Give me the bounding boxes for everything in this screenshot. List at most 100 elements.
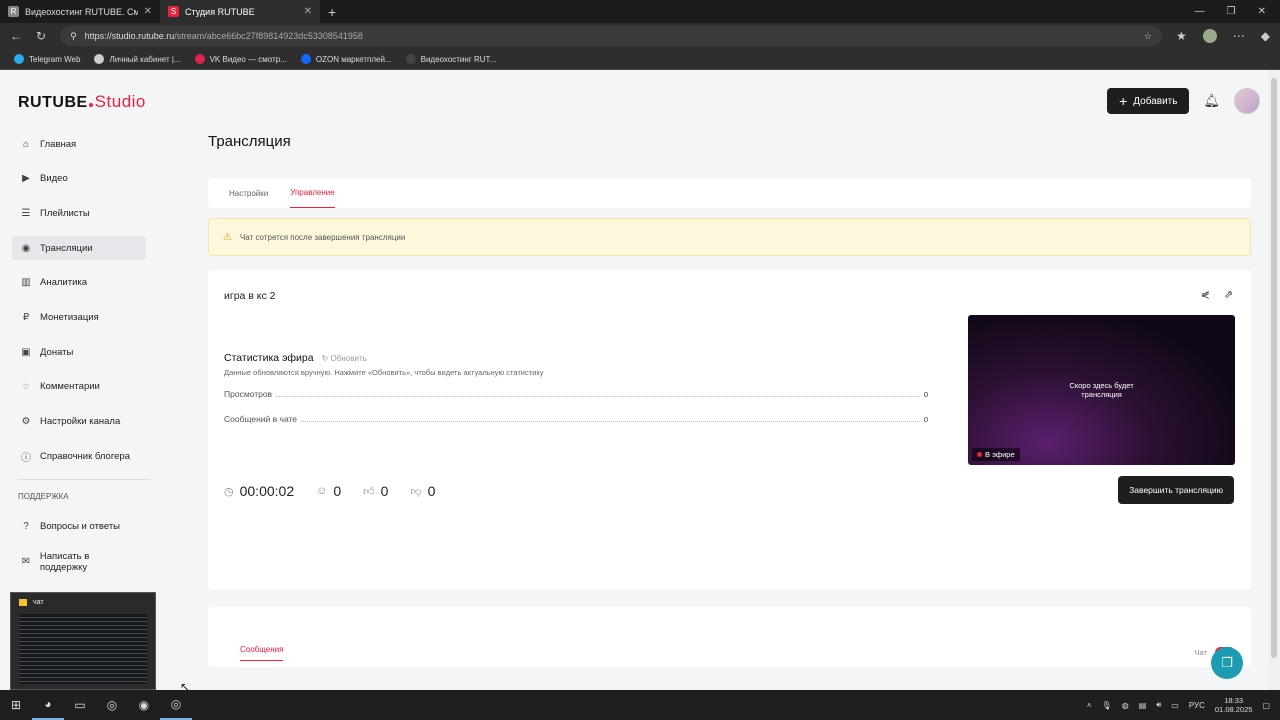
chat-warning-banner: ⚠ Чат сотрется после завершения трансляц… bbox=[208, 218, 1251, 256]
sidebar-divider bbox=[18, 478, 150, 480]
vk-icon bbox=[194, 54, 205, 64]
page-title: Трансляция bbox=[208, 133, 291, 150]
maximize-icon[interactable]: ❐ bbox=[1227, 6, 1236, 17]
share-icon[interactable]: ⋞ bbox=[1201, 288, 1210, 301]
window-preview-thumbnail[interactable]: чат bbox=[10, 592, 156, 690]
sidebar-item[interactable]: ▶ Видео bbox=[12, 167, 146, 191]
steam-app-icon[interactable]: ◎ bbox=[160, 690, 192, 720]
broadcast-icon: ◉ bbox=[21, 242, 31, 254]
rutube-favicon-icon: R bbox=[8, 6, 19, 17]
sidebar-item[interactable]: ⌂ Главная bbox=[12, 132, 146, 156]
sidebar-item[interactable]: ⚙ Настройки канала bbox=[12, 410, 146, 434]
stats-title: Статистика эфира bbox=[224, 352, 314, 364]
page-scrollbar[interactable] bbox=[1268, 70, 1280, 690]
sidebar-item[interactable]: ◉ Трансляции bbox=[12, 236, 146, 261]
sidebar-item[interactable]: ◌ Комментарии bbox=[12, 375, 146, 399]
obs-icon[interactable]: ◉ bbox=[128, 690, 160, 720]
stream-counters: ◷ 00:00:02 ☺ 0 👍︎ 0 👎︎ 0 bbox=[224, 483, 435, 499]
url-field[interactable]: ⚲ https://studio.rutube.ru/stream/abce66… bbox=[60, 26, 1162, 46]
finish-stream-button[interactable]: Завершить трансляцию bbox=[1118, 476, 1234, 504]
bookmark-item[interactable]: Telegram Web bbox=[14, 54, 80, 64]
favorites-icon[interactable]: ★ bbox=[1176, 29, 1187, 43]
close-window-icon[interactable]: ✕ bbox=[1258, 6, 1266, 17]
sidebar-item[interactable]: ☰ Плейлисты bbox=[12, 201, 146, 225]
like-icon: 👍︎ bbox=[363, 485, 375, 498]
refresh-button[interactable]: ↻ Обновить bbox=[322, 354, 367, 363]
support-item-label: Вопросы и ответы bbox=[40, 521, 121, 533]
bookmark-item[interactable]: Личный кабинет |... bbox=[94, 54, 181, 64]
steam-icon[interactable]: ◎ bbox=[96, 690, 128, 720]
network-icon[interactable]: ▤ bbox=[1139, 701, 1147, 710]
analytics-icon: ▥ bbox=[21, 277, 31, 289]
edge-browser-icon[interactable]: ◕ bbox=[32, 690, 64, 720]
close-tab-icon[interactable]: ✕ bbox=[144, 6, 152, 17]
language-indicator[interactable]: РУС bbox=[1189, 701, 1205, 710]
volume-icon[interactable]: 🔊︎ bbox=[1156, 700, 1161, 710]
browser-address-bar: ← ↻ ⚲ https://studio.rutube.ru/stream/ab… bbox=[0, 23, 1280, 49]
studio-favicon-icon: S bbox=[168, 6, 179, 17]
stream-preview[interactable]: Скоро здесь будет трансляция В эфире bbox=[968, 315, 1235, 465]
bookmark-item[interactable]: VK Видео — смотр... bbox=[194, 54, 287, 64]
rutube-icon bbox=[405, 54, 416, 64]
support-item[interactable]: ? Вопросы и ответы bbox=[12, 515, 146, 539]
tray-app-icon[interactable]: ◍ bbox=[1122, 701, 1129, 710]
system-tray: ˄ 🎙︎ ◍ ▤ 🔊︎ ▭ РУС 18:33 01.08.2025 ▢ bbox=[1087, 696, 1280, 715]
bookmark-item[interactable]: Видеохостинг RUT... bbox=[405, 54, 496, 64]
file-explorer-icon[interactable]: ▭ bbox=[64, 690, 96, 720]
support-item-label: Написать в поддержку bbox=[39, 550, 90, 573]
support-section-title: ПОДДЕРЖКА bbox=[18, 491, 69, 501]
site-info-icon[interactable]: ⚲ bbox=[70, 31, 77, 42]
sidebar-item[interactable]: ₽ Монетизация bbox=[12, 305, 146, 329]
tab-settings[interactable]: Настройки bbox=[229, 178, 268, 208]
window-controls: — ❐ ✕ bbox=[1195, 6, 1280, 17]
copilot-icon[interactable]: ◆ bbox=[1261, 29, 1270, 43]
sidebar-item-label: Донаты bbox=[40, 346, 74, 358]
sidebar-item[interactable]: ⓘ Справочник блогера bbox=[12, 444, 146, 468]
sidebar-item[interactable]: ▥ Аналитика bbox=[12, 271, 146, 295]
close-tab-icon[interactable]: ✕ bbox=[304, 6, 312, 17]
telegram-icon bbox=[14, 54, 24, 64]
playlist-icon: ☰ bbox=[21, 207, 31, 219]
folder-icon bbox=[19, 599, 27, 606]
windows-taskbar: ⊞ ◕ ▭ ◎ ◉ ◎ ˄ 🎙︎ ◍ ▤ 🔊︎ ▭ РУС 18:33 01.0… bbox=[0, 690, 1280, 720]
bookmark-item[interactable]: OZON маркетплей... bbox=[300, 54, 392, 64]
warning-text: Чат сотрется после завершения трансляции bbox=[239, 232, 406, 242]
bookmarks-bar: Telegram Web Личный кабинет |... VK Виде… bbox=[0, 49, 1280, 70]
minimize-icon[interactable]: — bbox=[1195, 6, 1205, 17]
microphone-icon[interactable]: 🎙︎ bbox=[1102, 701, 1112, 710]
browser-tab-rutube[interactable]: R Видеохостинг RUTUBE. Смотрите ✕ bbox=[0, 0, 160, 23]
browser-tab-studio[interactable]: S Студия RUTUBE ✕ bbox=[160, 0, 320, 23]
menu-icon[interactable]: ⋯ bbox=[1233, 29, 1245, 43]
chevron-up-icon[interactable]: ˄ bbox=[1087, 701, 1092, 710]
bookmark-icon bbox=[94, 54, 105, 64]
stat-row-messages: Сообщений в чате 0 bbox=[224, 414, 928, 424]
header-actions: + Добавить 🔔︎ bbox=[1107, 88, 1260, 114]
windows-start-icon[interactable]: ⊞ bbox=[0, 690, 32, 720]
battery-icon[interactable]: ▭ bbox=[1171, 701, 1179, 710]
avatar[interactable] bbox=[1234, 88, 1260, 114]
notifications-bell-icon[interactable]: 🔔︎ bbox=[1203, 93, 1220, 109]
add-button[interactable]: + Добавить bbox=[1107, 88, 1190, 114]
settings-icon: ⚙ bbox=[21, 416, 31, 427]
reload-icon[interactable]: ↻ bbox=[36, 29, 46, 43]
browser-tab-title: Видеохостинг RUTUBE. Смотрите bbox=[25, 6, 138, 17]
tab-messages[interactable]: Сообщения bbox=[240, 645, 284, 661]
warning-icon: ⚠ bbox=[223, 231, 232, 243]
clock[interactable]: 18:33 01.08.2025 bbox=[1215, 696, 1253, 715]
viewers-count: 0 bbox=[333, 483, 342, 499]
support-item[interactable]: ✉ Написать в поддержку bbox=[12, 550, 146, 574]
new-tab-icon[interactable]: + bbox=[320, 4, 344, 20]
notifications-icon[interactable]: ▢ bbox=[1262, 701, 1270, 710]
sidebar-item[interactable]: ▣ Донаты bbox=[12, 340, 146, 364]
stat-row-views: Просмотров 0 bbox=[224, 389, 928, 399]
video-icon: ▶ bbox=[22, 173, 30, 185]
open-external-icon[interactable]: ⇗ bbox=[1224, 288, 1233, 301]
tab-management[interactable]: Управление bbox=[290, 178, 335, 208]
rutube-studio-logo[interactable]: RUTUBE Studio bbox=[18, 92, 146, 115]
back-icon[interactable]: ← bbox=[10, 29, 22, 43]
support-chat-icon[interactable]: ❐ bbox=[1211, 647, 1243, 679]
mouse-cursor: ↖ bbox=[180, 680, 191, 694]
star-icon[interactable]: ☆ bbox=[1144, 31, 1152, 42]
profile-icon[interactable] bbox=[1202, 29, 1217, 43]
faq-icon: ? bbox=[23, 521, 29, 533]
